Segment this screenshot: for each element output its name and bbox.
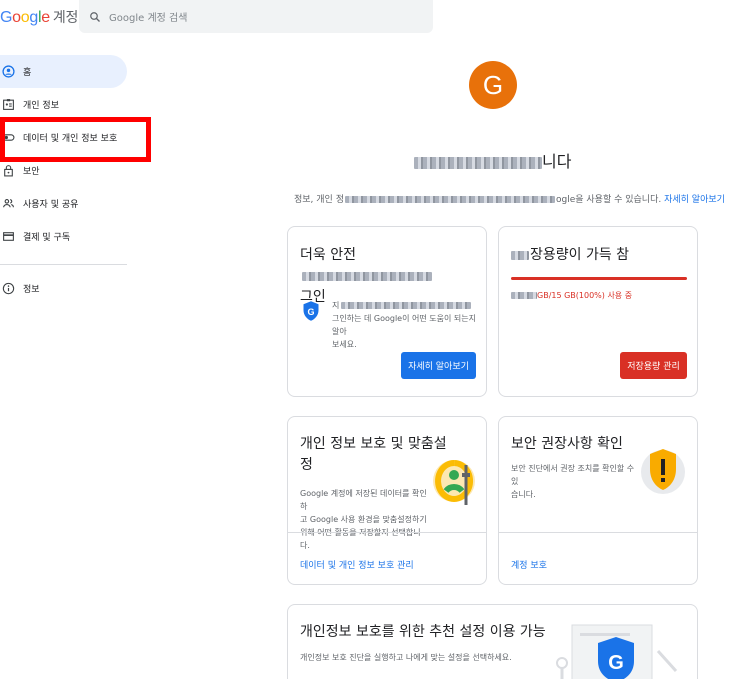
card-title-line1: 더욱 안전 [300,247,356,263]
greeting-title: 니다 [414,148,571,172]
sidebar-item-people-sharing[interactable]: 사용자 및 공유 [0,187,130,220]
safer-signin-card: 더욱 안전 그인 G 지 그인하는 데 Google이 어떤 도움이 되는지 알… [287,226,487,397]
storage-usage: GB/15 GB(100%) 사용 중 [511,289,632,302]
card-text-line3: 보세요. [332,340,357,349]
learn-more-link[interactable]: 자세히 알아보기 [664,195,725,205]
manage-storage-button[interactable]: 저장용량 관리 [620,352,687,379]
card-title: 개인 정보 보호 및 맞춤설 정 [300,434,447,476]
sidebar-item-payments[interactable]: 결제 및 구독 [0,220,130,253]
logo-text: Google [0,9,50,26]
card-text-line2: 습니다. [511,490,536,499]
storage-full-card: 장용량이 가득 참 GB/15 GB(100%) 사용 중 저장용량 관리 [498,226,698,397]
google-account-logo[interactable]: Google 계정 [0,7,78,27]
people-icon [3,199,14,208]
card-icon [3,232,14,241]
info-icon [2,282,15,294]
card-text: 개인정보 보호 진단을 실행하고 나에게 맞는 설정을 선택하세요. [300,653,512,662]
manage-data-privacy-link[interactable]: 데이터 및 개인 정보 보호 관리 [300,558,414,571]
protect-account-link[interactable]: 계정 보호 [511,558,547,571]
greeting-suffix: 니다 [542,152,572,171]
toggle-icon [2,134,15,141]
card-divider [288,532,486,533]
avatar[interactable]: G [469,61,517,109]
sidebar-item-label: 결제 및 구독 [23,233,71,243]
sidebar-item-label: 보안 [23,167,40,177]
card-text-line1: Google 계정에 저장된 데이터를 확인하 [300,489,427,511]
lock-icon [4,165,13,177]
redacted-name [414,156,542,169]
card-title: 보안 권장사항 확인 [511,436,623,452]
card-title: 장용량이 가득 참 [511,245,629,266]
privacy-checkup-illustration-icon: G [556,624,678,679]
storage-title: 장용량이 가득 참 [530,247,630,263]
privacy-illustration-icon [433,460,475,505]
desc-suffix: ogle을 사용할 수 있습니다. [555,195,662,205]
card-title: 개인정보 보호를 위한 추천 설정 이용 가능 [300,624,546,640]
storage-usage-text: GB/15 GB(100%) 사용 중 [537,291,633,300]
storage-progress-bar [511,277,687,280]
learn-more-button[interactable]: 자세히 알아보기 [401,352,476,379]
profile-description: 정보, 개인 정 ogle을 사용할 수 있습니다. 자세히 알아보기 [294,192,725,205]
sidebar-item-label: 개인 정보 [23,101,59,111]
id-card-icon [3,99,14,110]
sidebar-item-home[interactable]: 홈 [0,55,127,88]
redacted-text [511,250,529,260]
svg-text:G: G [608,652,624,674]
sidebar-item-label: 홈 [23,68,32,78]
sidebar-item-security[interactable]: 보안 [0,154,130,187]
redacted-text [511,292,537,299]
sidebar-item-data-privacy[interactable]: 데이터 및 개인 정보 보호 [0,121,130,154]
sidebar-item-label: 사용자 및 공유 [23,200,79,210]
card-title-line1: 개인 정보 보호 및 맞춤설 [300,436,447,452]
card-text: 보안 진단에서 권장 조치를 확인할 수 있 습니다. [511,462,641,501]
card-text: 지 그인하는 데 Google이 어떤 도움이 되는지 알아 보세요. [332,299,482,351]
privacy-recommendations-card: 개인정보 보호를 위한 추천 설정 이용 가능 개인정보 보호 진단을 실행하고… [287,604,698,679]
google-shield-icon: G [303,301,319,321]
redacted-text [341,302,472,309]
top-bar: Google 계정 Google 계정 검색 [0,0,738,36]
svg-text:G: G [307,307,314,317]
card-text-line1: 보안 진단에서 권장 조치를 확인할 수 있 [511,464,635,486]
sidebar-item-label: 정보 [23,284,40,295]
desc-prefix: 정보, 개인 정 [294,195,344,205]
sidebar-divider [0,264,127,265]
sidebar-item-about[interactable]: 정보 [0,277,130,299]
sidebar-item-personal-info[interactable]: 개인 정보 [0,88,130,121]
security-checkup-card: 보안 권장사항 확인 보안 진단에서 권장 조치를 확인할 수 있 습니다. 계… [498,416,698,585]
redacted-text [302,271,432,281]
card-title-line2: 정 [300,457,313,473]
card-text-line2: 그인하는 데 Google이 어떤 도움이 되는지 알아 [332,314,476,336]
search-placeholder: Google 계정 검색 [109,13,188,24]
search-input[interactable]: Google 계정 검색 [79,0,433,33]
card-divider [499,532,697,533]
sidebar-item-label: 데이터 및 개인 정보 보호 [23,134,118,144]
warning-shield-icon [641,449,685,494]
card-text-prefix: 지 [332,301,340,310]
search-icon [90,11,100,22]
card-text: Google 계정에 저장된 데이터를 확인하 고 Google 사용 환경을 … [300,487,430,552]
redacted-text [344,196,555,203]
privacy-personalization-card: 개인 정보 보호 및 맞춤설 정 Google 계정에 저장된 데이터를 확인하… [287,416,487,585]
sidebar-nav: 홈 개인 정보 데이터 및 개인 정보 보호 보안 사용자 및 공유 결제 및 … [0,55,130,299]
logo-suffix: 계정 [52,9,79,25]
card-text-line2: 고 Google 사용 환경을 맞춤설정하기 [300,515,427,524]
home-person-icon [2,65,15,78]
